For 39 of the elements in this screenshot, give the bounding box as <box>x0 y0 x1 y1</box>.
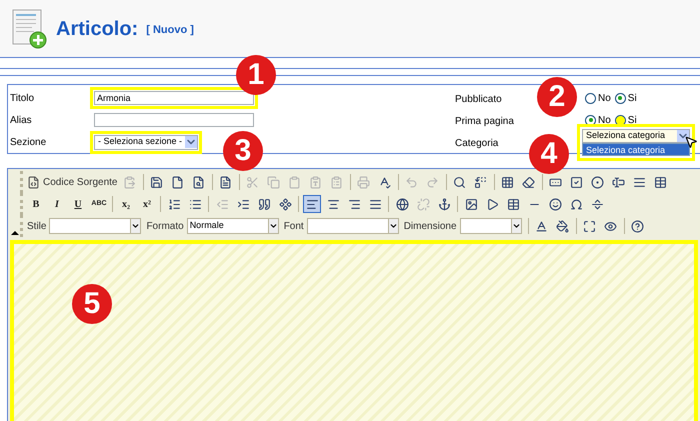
radio-button[interactable] <box>614 92 626 104</box>
dropdown-option[interactable]: Seleziona categoria <box>582 142 690 156</box>
field-label: Pubblicato <box>455 94 502 105</box>
radio-button[interactable] <box>585 114 596 126</box>
select-field[interactable]: - Seleziona sezione - <box>94 134 198 150</box>
page-title: Articolo: <box>56 16 138 42</box>
combo-label: Formato <box>146 220 184 234</box>
collapse-toolbar-icon[interactable] <box>11 231 19 235</box>
source-code-icon <box>27 176 40 188</box>
number-badge: 3 <box>223 131 263 171</box>
combo-label: Dimensione <box>404 220 457 234</box>
select-field[interactable]: Seleziona categoria <box>582 128 690 142</box>
format-button[interactable]: U <box>69 195 87 213</box>
number-badge: 4 <box>529 134 569 174</box>
radio-label: No <box>598 114 611 128</box>
field-label: Prima pagina <box>455 116 514 127</box>
new-article-icon <box>12 8 48 48</box>
field-label: Alias <box>10 114 33 128</box>
source-button[interactable]: Codice Sorgente <box>27 174 118 190</box>
radio-label: Si <box>628 92 637 106</box>
format-button[interactable]: I <box>48 195 66 213</box>
number-badge: 2 <box>537 77 577 117</box>
field-label: Titolo <box>10 92 36 106</box>
format-button[interactable]: B <box>27 195 45 213</box>
combo-box[interactable]: Normale <box>186 218 279 234</box>
align-left-icon[interactable] <box>303 195 321 213</box>
number-badge: 1 <box>236 55 276 95</box>
format-button[interactable]: x₂ <box>117 195 135 213</box>
radio-button[interactable] <box>585 92 596 104</box>
combo-label: Stile <box>27 220 46 234</box>
format-button[interactable]: x² <box>138 195 156 213</box>
text-field[interactable]: Armonia <box>94 91 254 105</box>
radio-label: Si <box>628 114 637 128</box>
page-subtitle: [ Nuovo ] <box>146 23 194 38</box>
field-label: Categoria <box>455 138 498 149</box>
combo-label: Font <box>284 220 304 234</box>
text-field[interactable] <box>94 113 254 127</box>
field-label: Sezione <box>10 136 48 150</box>
radio-label: No <box>598 92 611 106</box>
